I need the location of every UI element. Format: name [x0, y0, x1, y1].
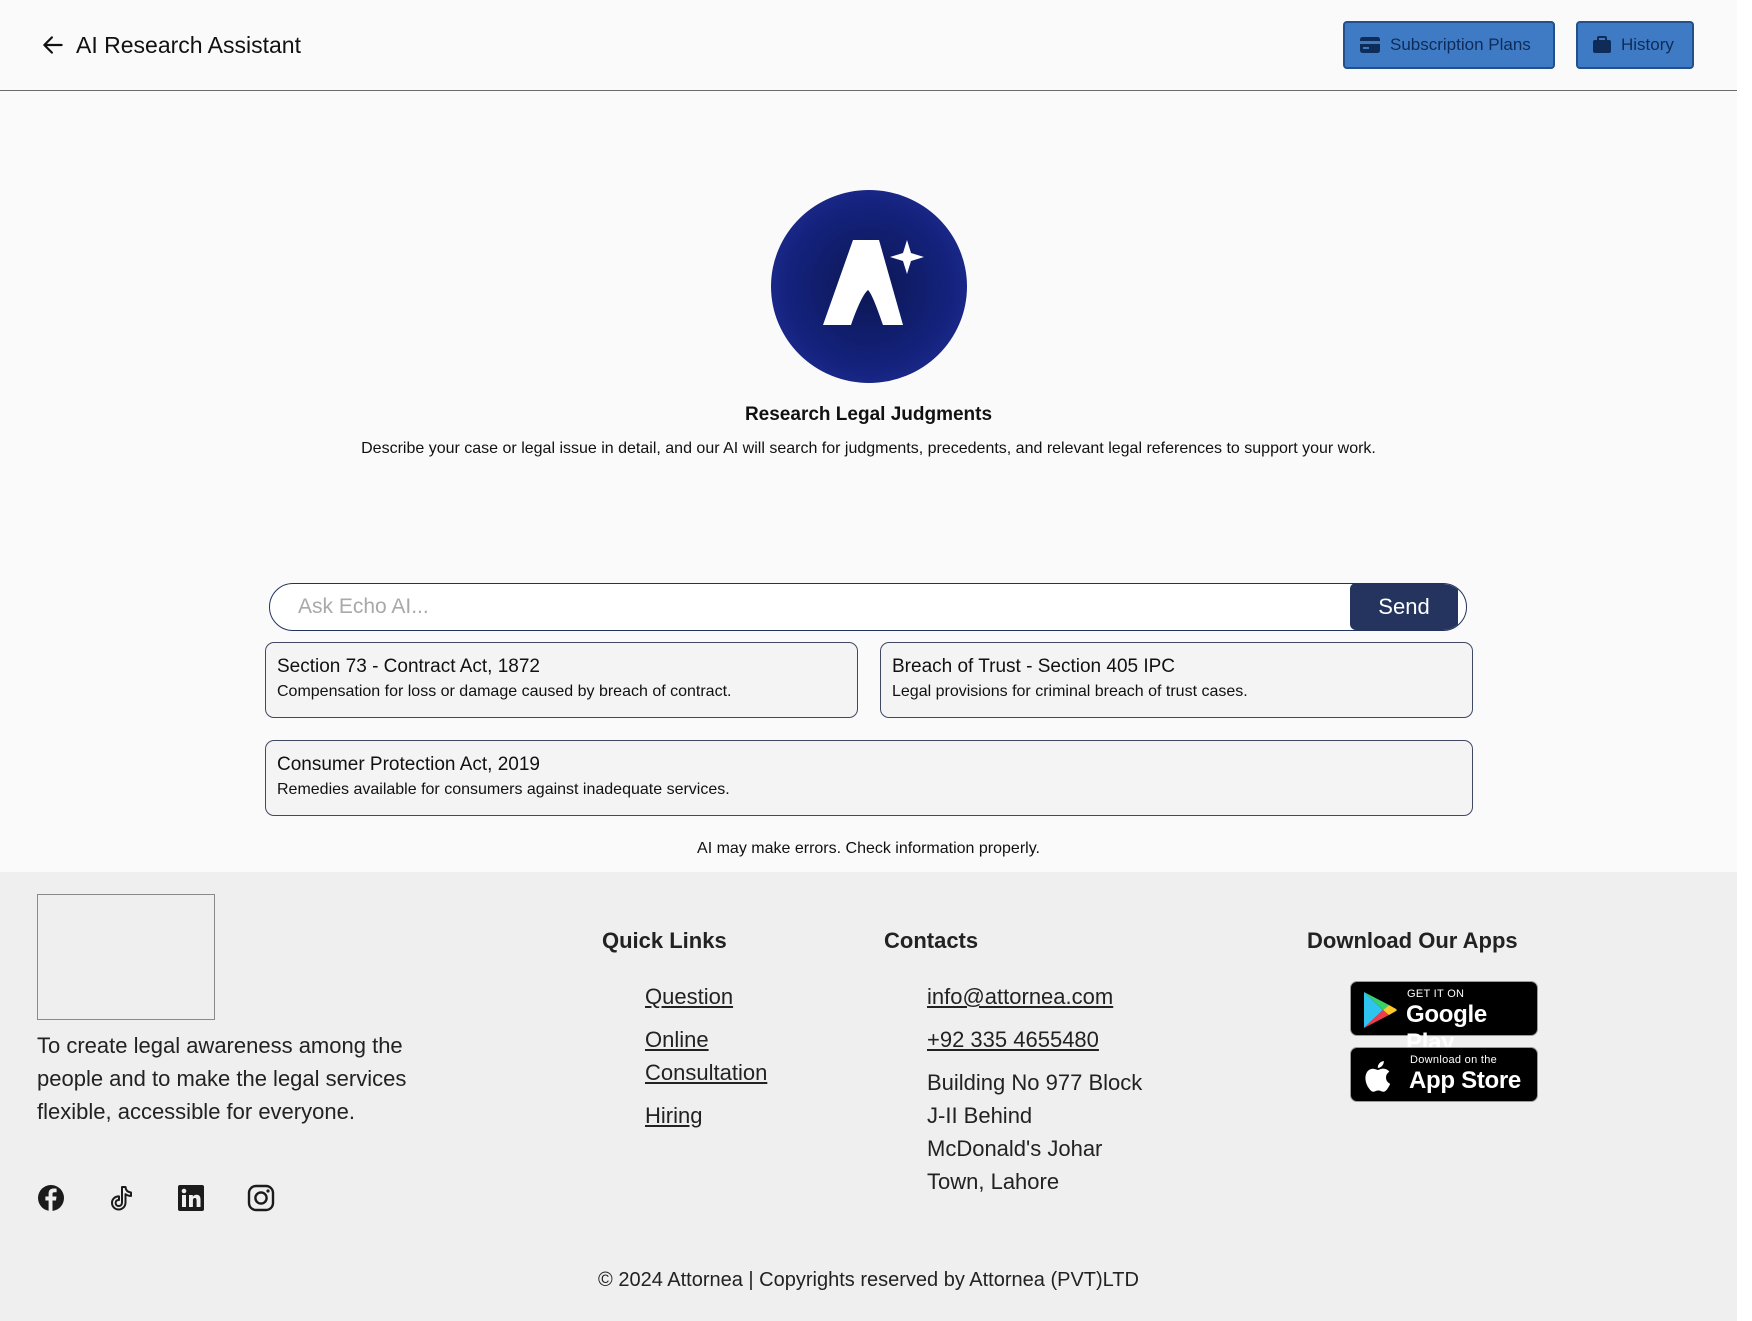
- quick-links-heading: Quick Links: [602, 928, 727, 953]
- quick-link-online-consultation[interactable]: Online Consultation: [645, 1023, 815, 1089]
- history-button[interactable]: History: [1576, 21, 1694, 69]
- download-apps-heading: Download Our Apps: [1307, 928, 1518, 953]
- app-store-small-text: Download on the: [1410, 1054, 1498, 1066]
- footer-logo: [37, 894, 215, 1020]
- subscription-plans-label: Subscription Plans: [1390, 35, 1531, 54]
- app-store-badge[interactable]: Download on the App Store: [1350, 1047, 1538, 1102]
- ai-sparkle-logo-icon: [823, 240, 924, 325]
- chat-bar: Send: [269, 583, 1467, 631]
- footer: To create legal awareness among the peop…: [0, 872, 1737, 1321]
- suggestion-title: Breach of Trust - Section 405 IPC: [892, 656, 1176, 677]
- page-title: AI Research Assistant: [76, 31, 301, 58]
- contact-phone-link[interactable]: +92 335 4655480: [927, 1023, 1099, 1056]
- google-play-badge[interactable]: GET IT ON Google Play: [1350, 981, 1538, 1056]
- ai-logo: [771, 190, 967, 383]
- credit-card-icon: [1360, 37, 1380, 53]
- subscription-plans-button[interactable]: Subscription Plans: [1343, 21, 1555, 69]
- ask-ai-input[interactable]: [270, 584, 1348, 629]
- ai-disclaimer: AI may make errors. Check information pr…: [697, 840, 1040, 857]
- app-store-big-text: App Store: [1409, 1067, 1521, 1094]
- back-button[interactable]: AI Research Assistant: [40, 28, 301, 62]
- suggestion-description: Compensation for loss or damage caused b…: [277, 683, 732, 700]
- hero-description: Describe your case or legal issue in det…: [361, 440, 1376, 457]
- suggestion-description: Legal provisions for criminal breach of …: [892, 683, 1248, 700]
- top-header: AI Research Assistant Subscription Plans…: [0, 0, 1737, 91]
- tiktok-icon[interactable]: [107, 1184, 135, 1212]
- suggestion-title: Section 73 - Contract Act, 1872: [277, 656, 540, 677]
- send-button[interactable]: Send: [1350, 584, 1458, 630]
- quick-link-hiring[interactable]: Hiring: [645, 1099, 702, 1132]
- footer-tagline: To create legal awareness among the peop…: [37, 1033, 407, 1124]
- google-play-icon: [1364, 992, 1397, 1028]
- suggestion-card[interactable]: Section 73 - Contract Act, 1872 Compensa…: [265, 642, 858, 718]
- apple-icon: [1365, 1061, 1391, 1092]
- contact-email-link[interactable]: info@attornea.com: [927, 980, 1113, 1013]
- suggestion-card[interactable]: Breach of Trust - Section 405 IPC Legal …: [880, 642, 1473, 718]
- suggestion-card[interactable]: Consumer Protection Act, 2019 Remedies a…: [265, 740, 1473, 816]
- suggestion-title: Consumer Protection Act, 2019: [277, 754, 540, 775]
- contacts-heading: Contacts: [884, 928, 979, 953]
- suggestion-description: Remedies available for consumers against…: [277, 781, 730, 798]
- social-links: [37, 1184, 275, 1212]
- facebook-icon[interactable]: [37, 1184, 65, 1212]
- copyright-text: © 2024 Attornea | Copyrights reserved by…: [598, 1269, 1139, 1291]
- page: AI Research Assistant Subscription Plans…: [0, 0, 1737, 1321]
- history-label: History: [1621, 35, 1674, 54]
- quick-link-question[interactable]: Question: [645, 980, 733, 1013]
- google-play-small-text: GET IT ON: [1407, 988, 1465, 1000]
- briefcase-icon: [1593, 36, 1611, 53]
- instagram-icon[interactable]: [247, 1184, 275, 1212]
- contact-address: Building No 977 Block J-II Behind McDona…: [927, 1070, 1143, 1194]
- linkedin-icon[interactable]: [177, 1184, 205, 1212]
- arrow-left-icon: [43, 36, 63, 54]
- hero-title: Research Legal Judgments: [744, 404, 993, 425]
